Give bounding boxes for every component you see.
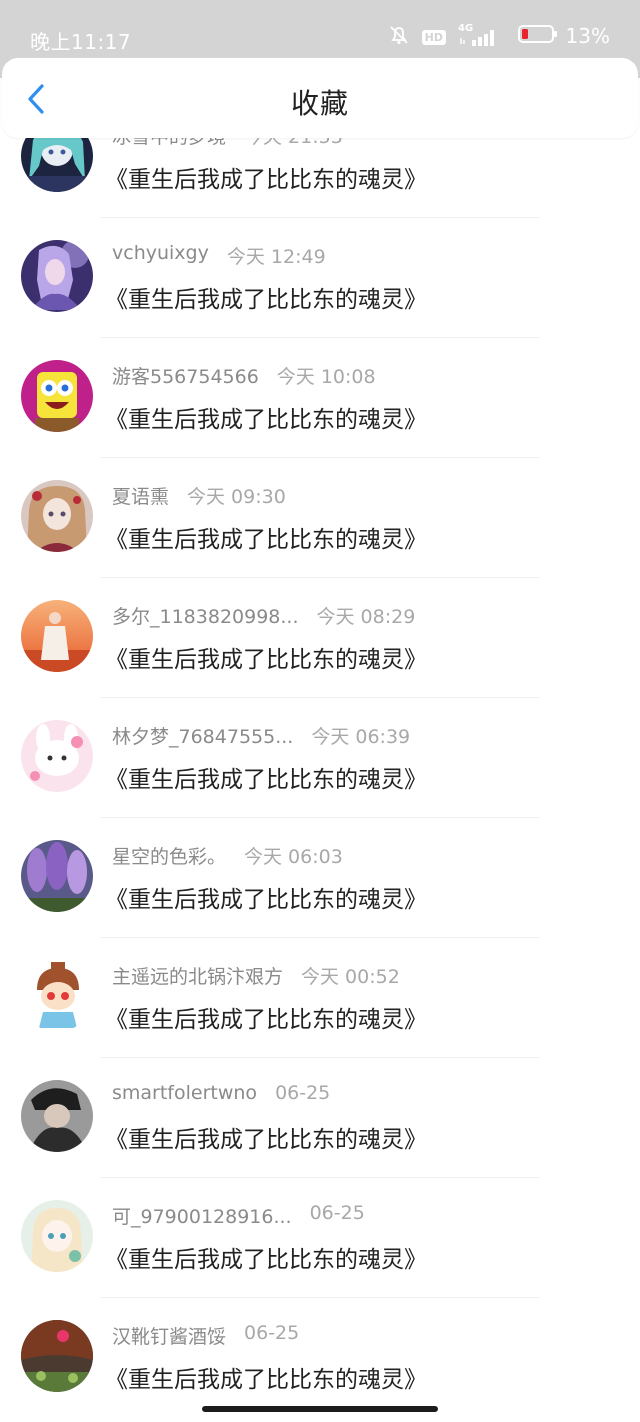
book-title[interactable]: 《重生后我成了比比东的魂灵》 xyxy=(105,1000,427,1034)
avatar[interactable] xyxy=(21,360,93,432)
book-title[interactable]: 《重生后我成了比比东的魂灵》 xyxy=(105,760,427,794)
avatar[interactable] xyxy=(21,240,93,312)
list-item[interactable]: 林夕梦_76847555... 今天 06:39 《重生后我成了比比东的魂灵》 xyxy=(0,698,640,818)
page-title: 收藏 xyxy=(290,87,349,120)
status-time: 晚上11:17 xyxy=(30,30,132,54)
username[interactable]: 星空的色彩。 xyxy=(112,842,226,869)
username[interactable]: 林夕梦_76847555... xyxy=(112,722,293,749)
status-icons: HD 4G xyxy=(388,23,500,50)
list-item[interactable]: vchyuixgy 今天 12:49 《重生后我成了比比东的魂灵》 xyxy=(0,218,640,338)
list-item[interactable]: 可_97900128916... 06-25 《重生后我成了比比东的魂灵》 xyxy=(0,1178,640,1298)
timestamp: 今天 08:29 xyxy=(316,606,416,628)
book-title[interactable]: 《重生后我成了比比东的魂灵》 xyxy=(105,1360,427,1394)
timestamp: 06-25 xyxy=(309,1202,365,1224)
list-item[interactable]: 汉靴钉酱酒馁 06-25 《重生后我成了比比东的魂灵》 xyxy=(0,1298,640,1418)
avatar[interactable] xyxy=(21,480,93,552)
timestamp: 今天 10:08 xyxy=(276,366,376,388)
battery-icon xyxy=(517,24,558,48)
list-item[interactable]: 多尔_1183820998... 今天 08:29 《重生后我成了比比东的魂灵》 xyxy=(0,578,640,698)
item-meta: 夏语熏 今天 09:30 xyxy=(112,482,286,509)
avatar[interactable] xyxy=(21,960,93,1032)
book-title[interactable]: 《重生后我成了比比东的魂灵》 xyxy=(105,160,427,194)
mute-bell-icon xyxy=(388,24,410,50)
book-title[interactable]: 《重生后我成了比比东的魂灵》 xyxy=(105,1240,427,1274)
list-item[interactable]: 主遥远的北锅汴艰方 今天 00:52 《重生后我成了比比东的魂灵》 xyxy=(0,938,640,1058)
item-meta: 汉靴钉酱酒馁 06-25 xyxy=(112,1322,299,1349)
avatar[interactable] xyxy=(21,1320,93,1392)
app-header: 收藏 xyxy=(2,58,638,138)
list-item[interactable]: smartfolertwno 06-25 《重生后我成了比比东的魂灵》 xyxy=(0,1058,640,1178)
book-title[interactable]: 《重生后我成了比比东的魂灵》 xyxy=(105,880,427,914)
timestamp: 06-25 xyxy=(244,1322,300,1344)
username[interactable]: 可_97900128916... xyxy=(112,1202,292,1229)
timestamp: 今天 09:30 xyxy=(187,486,286,508)
list-item[interactable]: 星空的色彩。 今天 06:03 《重生后我成了比比东的魂灵》 xyxy=(0,818,640,938)
list-item[interactable]: 夏语熏 今天 09:30 《重生后我成了比比东的魂灵》 xyxy=(0,458,640,578)
item-meta: vchyuixgy 今天 12:49 xyxy=(112,242,326,269)
avatar[interactable] xyxy=(21,720,93,792)
username[interactable]: 夏语熏 xyxy=(112,482,169,509)
item-meta: smartfolertwno 06-25 xyxy=(112,1082,330,1104)
hd-icon: HD xyxy=(421,29,446,45)
username[interactable]: 游客556754566 xyxy=(112,362,259,389)
book-title[interactable]: 《重生后我成了比比东的魂灵》 xyxy=(105,640,427,674)
username[interactable]: 多尔_1183820998... xyxy=(112,602,299,629)
book-title[interactable]: 《重生后我成了比比东的魂灵》 xyxy=(105,1120,427,1154)
item-meta: 林夕梦_76847555... 今天 06:39 xyxy=(112,722,410,749)
avatar[interactable] xyxy=(21,600,93,672)
username[interactable]: 主遥远的北锅汴艰方 xyxy=(112,962,283,989)
avatar[interactable] xyxy=(21,1080,93,1152)
timestamp: 今天 06:39 xyxy=(311,726,411,748)
book-title[interactable]: 《重生后我成了比比东的魂灵》 xyxy=(105,520,427,554)
item-meta: 可_97900128916... 06-25 xyxy=(112,1202,365,1229)
book-title[interactable]: 《重生后我成了比比东的魂灵》 xyxy=(105,400,427,434)
home-indicator[interactable] xyxy=(202,1406,438,1412)
item-meta: 游客556754566 今天 10:08 xyxy=(112,362,376,389)
list-item[interactable]: 游客556754566 今天 10:08 《重生后我成了比比东的魂灵》 xyxy=(0,338,640,458)
item-meta: 多尔_1183820998... 今天 08:29 xyxy=(112,602,415,629)
battery-group: 13% xyxy=(517,24,610,48)
book-title[interactable]: 《重生后我成了比比东的魂灵》 xyxy=(105,280,427,314)
avatar[interactable] xyxy=(21,1200,93,1272)
username[interactable]: smartfolertwno xyxy=(112,1082,257,1104)
timestamp: 今天 00:52 xyxy=(301,966,400,988)
signal-icon: 4G xyxy=(458,23,500,48)
timestamp: 今天 06:03 xyxy=(244,846,343,868)
battery-percent: 13% xyxy=(565,24,610,48)
timestamp: 今天 12:49 xyxy=(226,246,326,268)
username[interactable]: vchyuixgy xyxy=(112,242,209,269)
item-meta: 主遥远的北锅汴艰方 今天 00:52 xyxy=(112,962,400,989)
username[interactable]: 汉靴钉酱酒馁 xyxy=(112,1322,226,1349)
timestamp: 06-25 xyxy=(275,1082,331,1104)
item-meta: 星空的色彩。 今天 06:03 xyxy=(112,842,343,869)
avatar[interactable] xyxy=(21,840,93,912)
